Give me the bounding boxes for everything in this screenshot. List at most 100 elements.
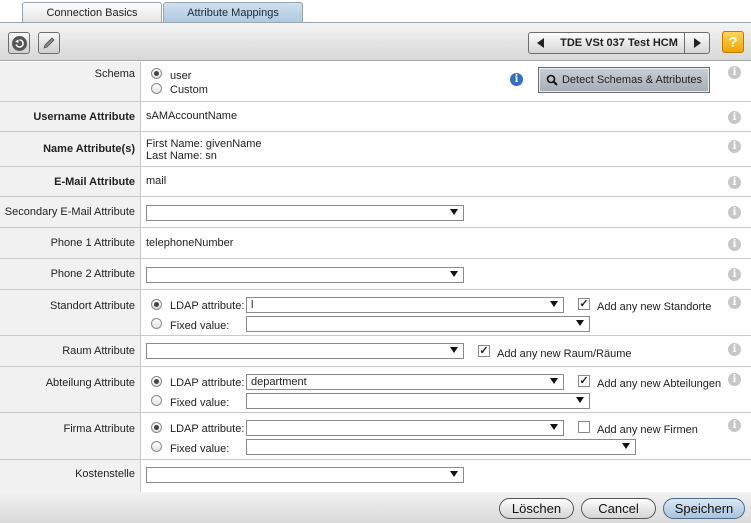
row-info-icon[interactable]: i <box>728 296 741 309</box>
firma-fixed-radio[interactable] <box>151 441 162 452</box>
raum-row: Raum Attribute ✓ Add any new Raum/Räume … <box>0 336 751 367</box>
phone2-label: Phone 2 Attribute <box>0 259 141 289</box>
standort-add-new-checkbox[interactable]: ✓ <box>578 298 590 310</box>
standort-label: Standort Attribute <box>0 290 141 335</box>
row-info-icon[interactable]: i <box>728 206 741 219</box>
standort-fixed-radio[interactable] <box>151 318 162 329</box>
standort-ldap-select[interactable]: l <box>246 297 564 313</box>
abteilung-fixed-radio[interactable] <box>151 395 162 406</box>
row-info-icon[interactable]: i <box>728 66 741 79</box>
abteilung-ldap-label: LDAP attribute: <box>170 377 245 389</box>
chevron-down-icon <box>576 397 584 403</box>
previous-record-button[interactable] <box>528 32 554 54</box>
cancel-label: Cancel <box>598 501 639 516</box>
tab-connection-basics[interactable]: Connection Basics <box>22 2 162 22</box>
row-info-icon[interactable]: i <box>728 238 741 251</box>
magnifier-icon <box>546 74 558 86</box>
standort-ldap-radio[interactable] <box>151 299 162 310</box>
standort-row: Standort Attribute LDAP attribute: l Fix… <box>0 290 751 336</box>
schema-user-radio[interactable] <box>151 68 162 79</box>
row-info-icon[interactable]: i <box>728 373 741 386</box>
username-attribute-row: Username Attribute sAMAccountName i <box>0 102 751 132</box>
tab-label: Attribute Mappings <box>187 7 279 19</box>
raum-label: Raum Attribute <box>0 336 141 366</box>
pencil-icon <box>43 37 55 49</box>
phone2-row: Phone 2 Attribute i <box>0 259 751 290</box>
standort-add-new-label: Add any new Standorte <box>597 301 712 313</box>
username-attribute-value: sAMAccountName <box>146 110 238 122</box>
row-info-icon[interactable]: i <box>728 140 741 153</box>
raum-add-new-label: Add any new Raum/Räume <box>497 348 632 360</box>
record-selector[interactable]: TDE VSt 037 Test HCM <box>553 32 685 54</box>
standort-fixed-label: Fixed value: <box>170 320 230 332</box>
help-icon: ? <box>728 33 738 51</box>
chevron-down-icon <box>550 378 558 384</box>
schema-custom-label: Custom <box>170 84 208 96</box>
chevron-down-icon <box>450 471 458 477</box>
secondary-email-label: Secondary E-Mail Attribute <box>0 197 141 227</box>
row-info-icon[interactable]: i <box>728 176 741 189</box>
first-name-mapping: First Name: givenName <box>146 138 262 150</box>
raum-select[interactable] <box>146 343 464 359</box>
select-value: department <box>251 376 307 388</box>
name-attributes-row: Name Attribute(s) First Name: givenName … <box>0 132 751 167</box>
firma-fixed-select[interactable] <box>246 439 636 455</box>
triangle-right-icon <box>694 38 701 48</box>
phone1-row: Phone 1 Attribute telephoneNumber i <box>0 228 751 259</box>
chevron-down-icon <box>450 209 458 215</box>
select-value: l <box>251 299 254 311</box>
schema-custom-radio[interactable] <box>151 83 162 94</box>
name-attributes-label: Name Attribute(s) <box>0 132 141 166</box>
standort-fixed-select[interactable] <box>246 316 590 332</box>
email-attribute-label: E-Mail Attribute <box>0 167 141 196</box>
edit-button[interactable] <box>38 32 60 54</box>
phone1-value: telephoneNumber <box>146 237 234 249</box>
delete-label: Löschen <box>511 501 562 516</box>
abteilung-fixed-label: Fixed value: <box>170 397 230 409</box>
abteilung-add-new-checkbox[interactable]: ✓ <box>578 375 590 387</box>
next-record-button[interactable] <box>684 32 710 54</box>
chevron-down-icon <box>550 301 558 307</box>
row-info-icon[interactable]: i <box>728 268 741 281</box>
record-name: TDE VSt 037 Test HCM <box>560 37 678 49</box>
phone2-select[interactable] <box>146 267 464 283</box>
tab-label: Connection Basics <box>46 6 138 19</box>
firma-ldap-radio[interactable] <box>151 422 162 433</box>
delete-button[interactable]: Löschen <box>499 498 574 519</box>
row-info-icon[interactable]: i <box>728 419 741 432</box>
abteilung-fixed-select[interactable] <box>246 393 590 409</box>
abteilung-ldap-radio[interactable] <box>151 376 162 387</box>
cancel-button[interactable]: Cancel <box>581 498 656 519</box>
toolbar: TDE VSt 037 Test HCM ? <box>0 23 751 61</box>
triangle-left-icon <box>537 38 544 48</box>
firma-label: Firma Attribute <box>0 413 141 459</box>
row-info-icon[interactable]: i <box>728 343 741 356</box>
phone1-label: Phone 1 Attribute <box>0 228 141 258</box>
secondary-email-select[interactable] <box>146 205 464 221</box>
chevron-down-icon <box>550 424 558 430</box>
detect-schemas-button[interactable]: Detect Schemas & Attributes <box>538 67 710 93</box>
email-attribute-row: E-Mail Attribute mail i <box>0 167 751 197</box>
tab-attribute-mappings[interactable]: Attribute Mappings <box>163 2 303 23</box>
schema-info-icon[interactable]: i <box>510 73 523 86</box>
username-attribute-label: Username Attribute <box>0 102 141 131</box>
raum-add-new-checkbox[interactable]: ✓ <box>478 345 490 357</box>
schema-user-label: user <box>170 70 192 82</box>
help-button[interactable]: ? <box>722 31 744 53</box>
kostenstelle-label: Kostenstelle <box>0 460 141 492</box>
save-button[interactable]: Speichern <box>663 498 745 519</box>
abteilung-add-new-label: Add any new Abteilungen <box>597 378 722 390</box>
row-info-icon[interactable]: i <box>728 111 741 124</box>
last-name-mapping: Last Name: sn <box>146 150 217 162</box>
back-button[interactable] <box>8 32 30 54</box>
secondary-email-row: Secondary E-Mail Attribute i <box>0 197 751 228</box>
firma-add-new-label: Add any new Firmen <box>597 424 698 436</box>
standort-ldap-label: LDAP attribute: <box>170 300 245 312</box>
firma-ldap-select[interactable] <box>246 420 564 436</box>
kostenstelle-row: Kostenstelle <box>0 460 751 492</box>
firma-fixed-label: Fixed value: <box>170 443 230 455</box>
chevron-down-icon <box>450 271 458 277</box>
kostenstelle-select[interactable] <box>146 467 464 483</box>
abteilung-ldap-select[interactable]: department <box>246 374 564 390</box>
firma-add-new-checkbox[interactable] <box>578 421 590 433</box>
